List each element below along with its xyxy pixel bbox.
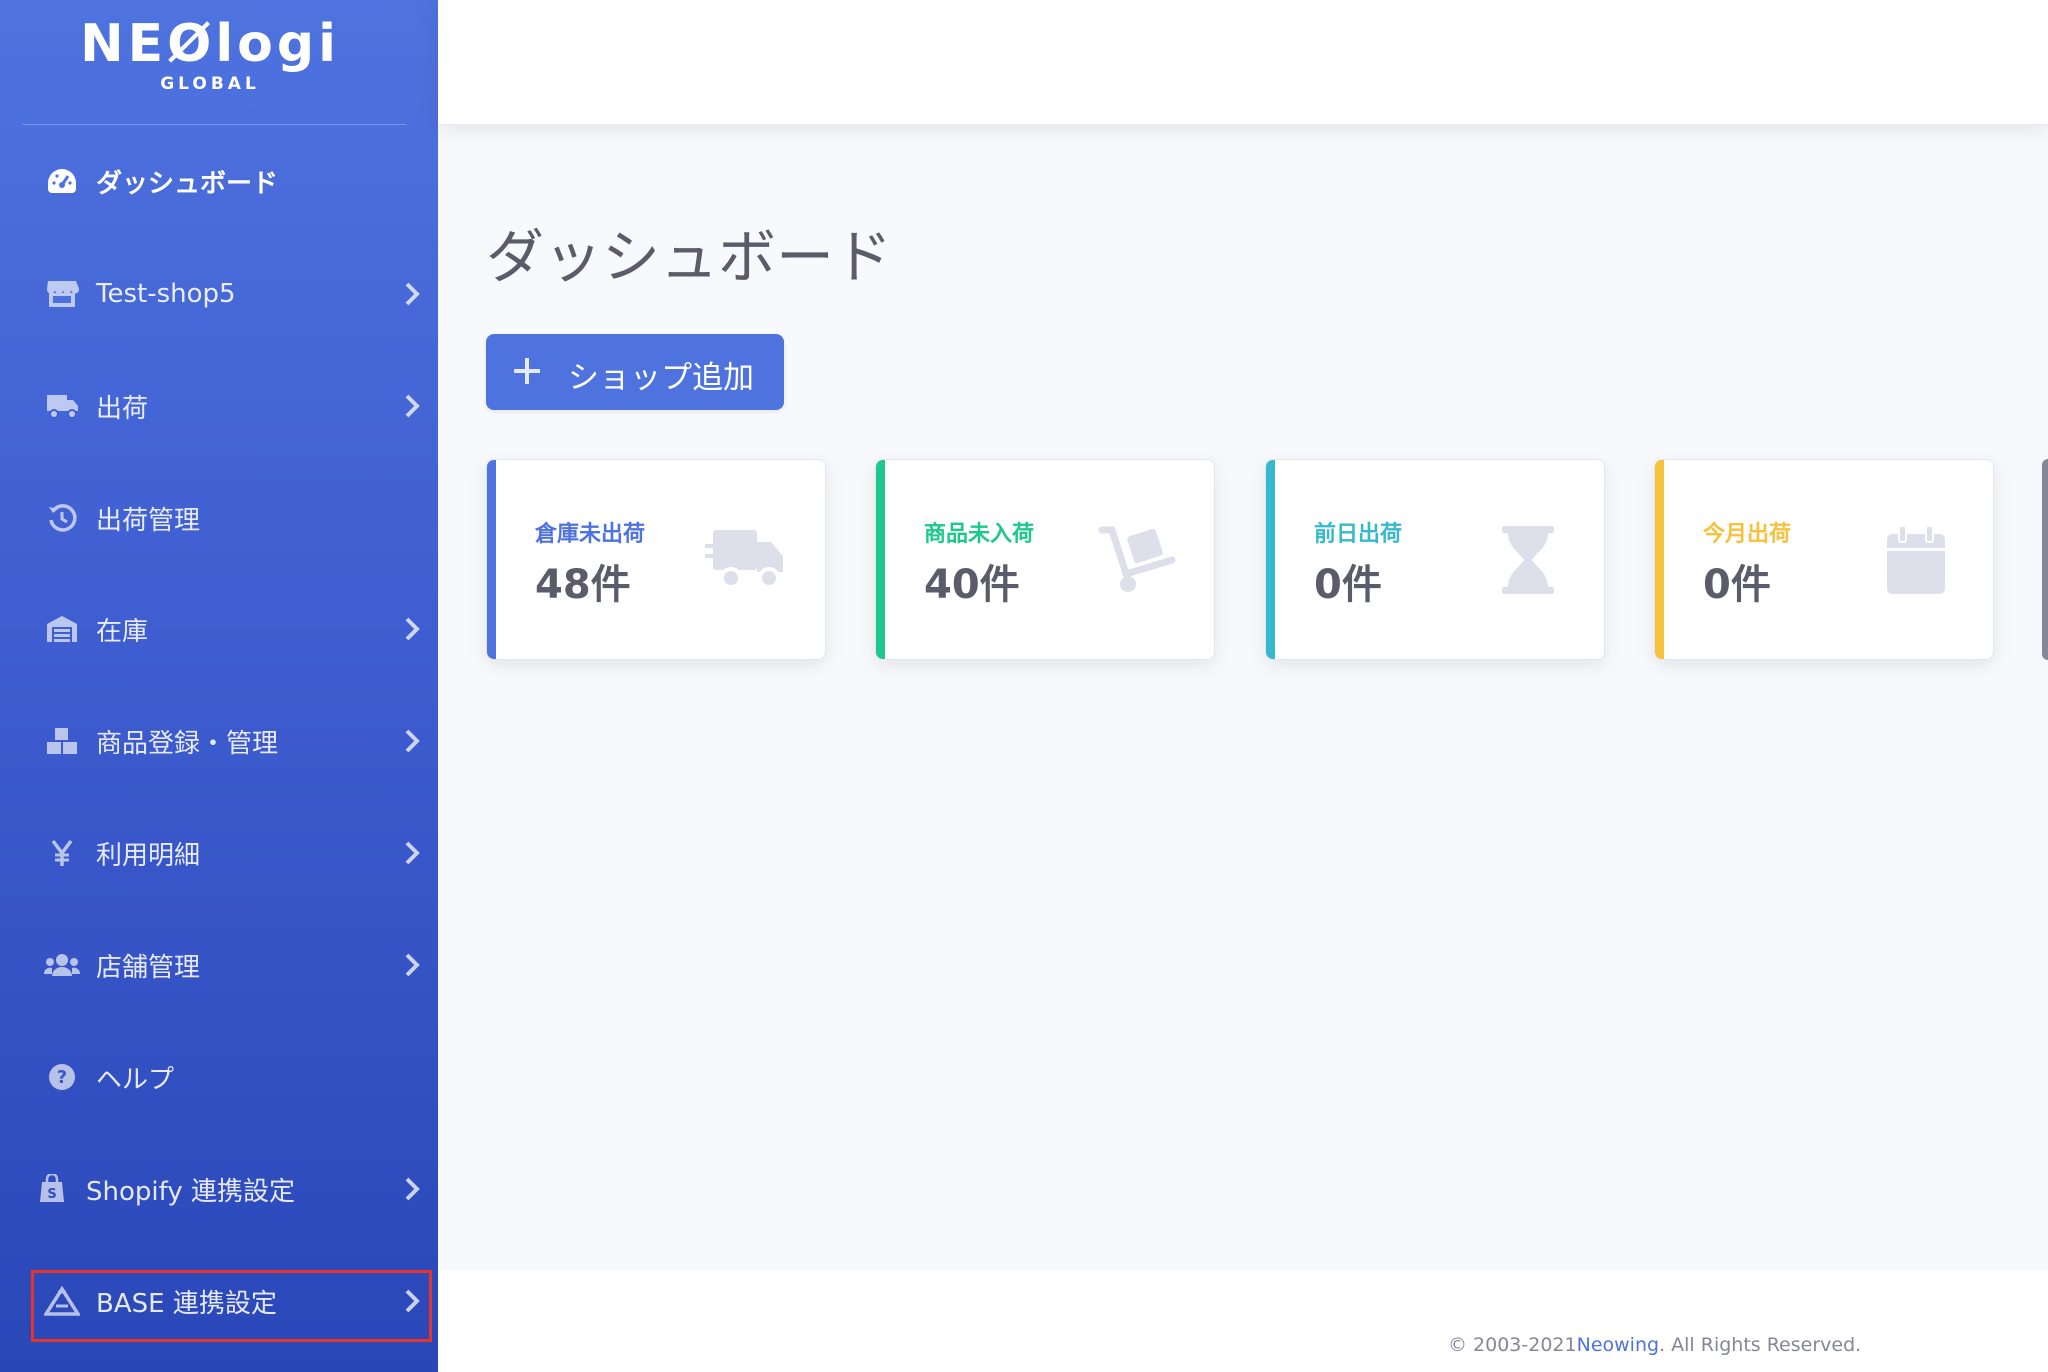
warehouse-icon bbox=[44, 611, 80, 647]
card-value: 48件 bbox=[535, 562, 631, 608]
chevron-right-icon bbox=[405, 953, 420, 977]
card-label: 今月出荷 bbox=[1703, 522, 1792, 547]
sidebar-item-label: 在庫 bbox=[96, 616, 149, 647]
sidebar: NEØlogi GLOBAL ダッシュボード Test-shop5 出荷 出荷管… bbox=[0, 0, 438, 1372]
chevron-right-icon bbox=[405, 282, 420, 306]
sidebar-item-shipping[interactable]: 出荷 bbox=[0, 366, 438, 446]
footer-suffix: . All Rights Reserved. bbox=[1659, 1334, 1862, 1356]
shopify-bag-icon: S bbox=[34, 1171, 70, 1207]
footer-prefix: © 2003-2021 bbox=[1448, 1334, 1577, 1356]
card-label: 商品未入荷 bbox=[924, 522, 1035, 547]
base-icon bbox=[44, 1283, 80, 1319]
footer-link-neowing[interactable]: Neowing bbox=[1577, 1334, 1659, 1356]
sidebar-item-label: ヘルプ bbox=[96, 1064, 175, 1095]
shipping-fast-icon bbox=[705, 530, 783, 589]
card-accent bbox=[1266, 460, 1275, 659]
page-title: ダッシュボード bbox=[486, 223, 893, 291]
brand-sub: GLOBAL bbox=[160, 74, 260, 94]
calendar-icon bbox=[1887, 525, 1945, 594]
question-circle-icon: ? bbox=[44, 1059, 80, 1095]
chevron-right-icon bbox=[405, 394, 420, 418]
sidebar-item-shipping-management[interactable]: 出荷管理 bbox=[0, 478, 438, 558]
sidebar-item-label: 商品登録・管理 bbox=[96, 728, 279, 759]
sidebar-item-help[interactable]: ? ヘルプ bbox=[0, 1037, 438, 1117]
dolly-icon bbox=[1098, 526, 1176, 592]
truck-icon bbox=[44, 388, 80, 424]
sidebar-item-dashboard[interactable]: ダッシュボード bbox=[0, 141, 438, 221]
sidebar-item-label: Shopify 連携設定 bbox=[86, 1176, 295, 1207]
chevron-right-icon bbox=[405, 1289, 420, 1313]
sidebar-item-label: 利用明細 bbox=[96, 840, 201, 871]
store-icon bbox=[44, 276, 80, 312]
sidebar-item-shopify-settings[interactable]: S Shopify 連携設定 bbox=[0, 1149, 438, 1229]
stat-card-product-not-received: 商品未入荷 40件 bbox=[875, 459, 1215, 660]
add-shop-button[interactable]: ショップ追加 bbox=[486, 334, 784, 410]
tachometer-icon bbox=[44, 163, 80, 199]
sidebar-item-label: 出荷管理 bbox=[96, 505, 201, 536]
boxes-icon bbox=[44, 723, 80, 759]
card-accent bbox=[487, 460, 496, 659]
users-icon bbox=[44, 947, 80, 983]
chevron-right-icon bbox=[405, 1177, 420, 1201]
card-value: 0件 bbox=[1703, 562, 1771, 608]
plus-icon bbox=[514, 358, 540, 384]
sidebar-item-label: BASE 連携設定 bbox=[96, 1288, 277, 1319]
chevron-right-icon bbox=[405, 729, 420, 753]
history-icon bbox=[44, 500, 80, 536]
sidebar-item-test-shop5[interactable]: Test-shop5 bbox=[0, 254, 438, 334]
stat-card-previous-day-shipping: 前日出荷 0件 bbox=[1265, 459, 1605, 660]
sidebar-item-label: ダッシュボード bbox=[96, 168, 279, 199]
yen-icon bbox=[44, 835, 80, 871]
svg-text:S: S bbox=[47, 1187, 56, 1202]
footer-copyright: © 2003-2021Neowing. All Rights Reserved. bbox=[1448, 1334, 1861, 1356]
chevron-right-icon bbox=[405, 617, 420, 641]
card-label: 倉庫未出荷 bbox=[535, 522, 646, 547]
card-value: 40件 bbox=[924, 562, 1020, 608]
card-accent bbox=[876, 460, 885, 659]
add-shop-label: ショップ追加 bbox=[568, 360, 754, 396]
stat-card-warehouse-unshipped: 倉庫未出荷 48件 bbox=[486, 459, 826, 660]
card-accent bbox=[1655, 460, 1664, 659]
sidebar-item-base-settings[interactable]: BASE 連携設定 bbox=[0, 1261, 438, 1341]
sidebar-item-label: 店舗管理 bbox=[96, 952, 201, 983]
sidebar-item-label: Test-shop5 bbox=[96, 279, 236, 309]
card-value: 0件 bbox=[1314, 562, 1382, 608]
sidebar-item-label: 出荷 bbox=[96, 393, 149, 424]
sidebar-item-usage-details[interactable]: 利用明細 bbox=[0, 813, 438, 893]
sidebar-item-inventory[interactable]: 在庫 bbox=[0, 589, 438, 669]
sidebar-item-store-management[interactable]: 店舗管理 bbox=[0, 925, 438, 1005]
brand-logo[interactable]: NEØlogi GLOBAL bbox=[0, 0, 438, 124]
footer bbox=[438, 1270, 2048, 1372]
topbar bbox=[438, 0, 2048, 124]
svg-text:?: ? bbox=[57, 1067, 67, 1088]
stat-card-monthly-shipping: 今月出荷 0件 bbox=[1654, 459, 1994, 660]
sidebar-item-product-registration[interactable]: 商品登録・管理 bbox=[0, 701, 438, 781]
brand-name: NEØlogi bbox=[80, 14, 340, 74]
chevron-right-icon bbox=[405, 841, 420, 865]
stat-card-partial bbox=[2042, 459, 2048, 660]
sidebar-divider bbox=[22, 124, 406, 125]
card-label: 前日出荷 bbox=[1314, 522, 1403, 547]
hourglass-icon bbox=[1502, 526, 1554, 594]
